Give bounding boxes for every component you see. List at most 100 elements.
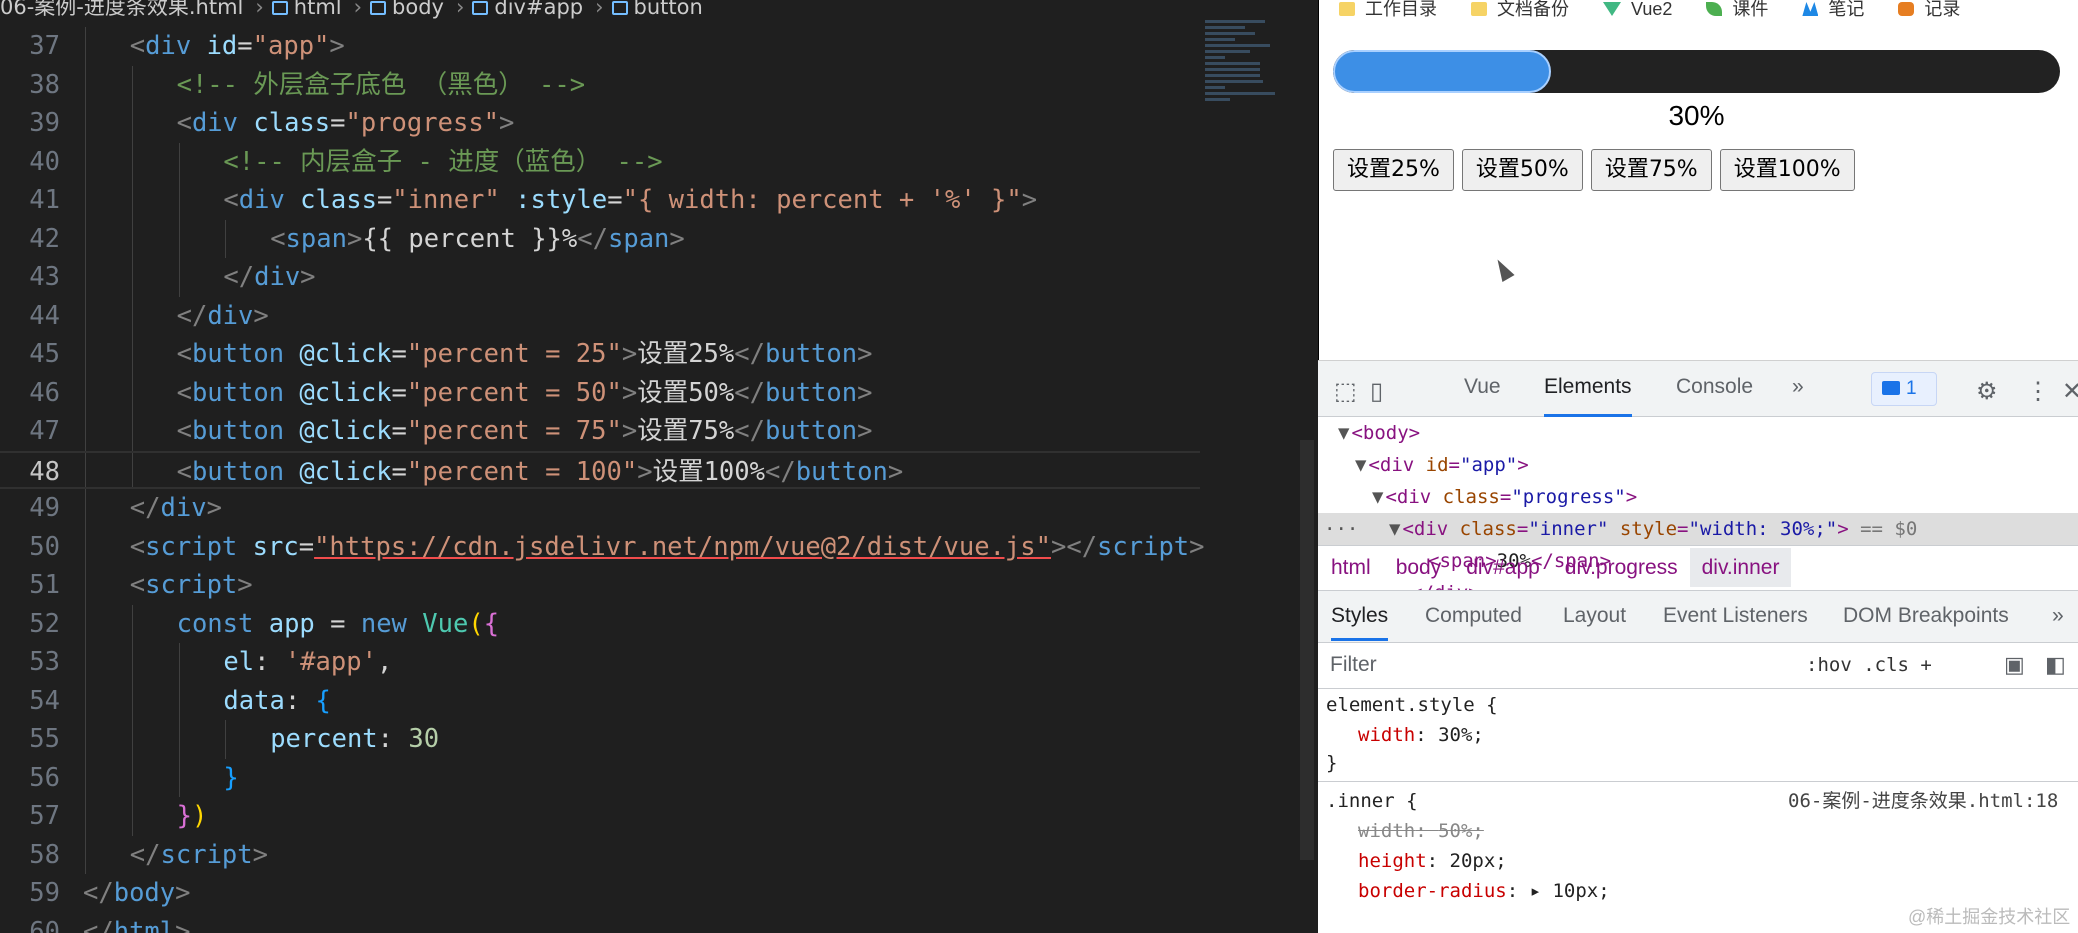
tab-vue[interactable]: Vue [1464,375,1501,417]
bookmark-item[interactable]: Vue2 [1603,0,1673,19]
inner-rule-decl[interactable]: border-radius: ▸ 10px; [1358,877,1610,905]
dom-node[interactable]: ··· ▼ <div class="inner" style="width: 30%… [1318,513,2078,545]
breadcrumb-item[interactable]: html [294,0,342,18]
dom-crumb-div-inner[interactable]: div.inner [1689,548,1792,587]
breadcrumb-item[interactable]: div#app [494,0,583,18]
style-tab[interactable]: DOM Breakpoints [1843,591,2009,641]
code-line[interactable]: 51 <script> [0,566,1200,605]
code-line[interactable]: 41 <div class="inner" :style="{ width: pe… [0,181,1200,220]
code-line[interactable]: 37 <div id="app"> [0,27,1200,66]
style-tab[interactable]: Layout [1563,591,1626,641]
style-tab[interactable]: Event Listeners [1663,591,1808,641]
dom-tree[interactable]: ▼ <body> ▼ <div id="app"> ▼ <div class="progr… [1318,417,2078,604]
device-toolbar-icon[interactable]: ▯ [1370,377,1383,406]
inner-rule-decl[interactable]: width: 50%; [1358,817,1484,845]
code-line[interactable]: 44 </div> [0,296,1200,335]
code-line[interactable]: 53 el: '#app', [0,643,1200,682]
bookmark-label: Vue2 [1631,0,1673,19]
close-icon[interactable]: ✕ [2062,377,2078,406]
code-line[interactable]: 50 <script src="https://cdn.jsdelivr.net/… [0,527,1205,566]
breadcrumb-item[interactable]: button [634,0,703,18]
style-tab[interactable]: Computed [1425,591,1522,641]
code-line[interactable]: 38 <!-- 外层盒子底色 （黑色） --> [0,65,1200,104]
breadcrumb-item[interactable]: 06-案例-进度条效果.html [0,0,243,18]
bookmark-item[interactable]: 课件 [1706,0,1768,18]
more-style-tabs-button[interactable]: » [2052,591,2064,641]
code-line[interactable]: 59 </body> [0,874,1200,913]
expand-arrow-icon[interactable]: ▼ [1338,422,1349,444]
expand-arrow-icon[interactable]: ▼ [1372,486,1383,508]
code-line[interactable]: 58 </script> [0,835,1200,874]
expand-arrow-icon[interactable]: ▼ [1389,518,1400,540]
paint-icon[interactable]: ▣ [2004,643,2025,687]
set-percent-button[interactable]: 设置100% [1719,149,1855,191]
code-token: button [764,416,858,446]
dom-node[interactable]: ▼ <div id="app"> [1318,449,2078,481]
dom-crumb-div-app[interactable]: div#app [1466,556,1540,579]
code-line[interactable]: 55 percent: 30 [0,720,1200,759]
code-token: > [621,416,638,446]
indent-guide [178,181,180,220]
dom-token: class [1442,486,1500,508]
code-line[interactable]: 47 <button @click="percent = 75">设置75%</b… [0,412,1200,451]
dom-crumb-div-progress[interactable]: div.progress [1565,556,1678,579]
filter-tools[interactable]: :hov .cls + [1806,643,1932,687]
css-property-name: width [1358,820,1416,842]
breadcrumb-item[interactable]: body [392,0,444,18]
code-line[interactable]: 43 </div> [0,258,1200,297]
set-percent-button[interactable]: 设置25% [1333,149,1454,191]
bookmark-item[interactable]: 记录 [1898,0,1960,18]
line-number: 47 [29,416,60,446]
code-lines[interactable]: 37 <div id="app"> 38 <!-- 外层盒子底色 （黑色） --> 39… [0,27,1205,933]
ellipsis-icon[interactable]: ··· [1324,513,1358,545]
tab-console[interactable]: Console [1676,375,1753,417]
editor-scrollbar[interactable] [1300,440,1314,860]
issues-badge[interactable]: 1 [1871,372,1937,406]
code-line[interactable]: 48 <button @click="percent = 100">设置100%<… [0,450,1200,489]
code-editor[interactable]: 06-案例-进度条效果.html › html › body › div#app › butto… [0,0,1318,933]
styles-pane[interactable]: element.style { width: 30%; } .inner { 0… [1318,689,2078,933]
dom-node[interactable]: ▼ <div class="progress"> [1318,481,2078,513]
css-property-name: height [1358,850,1427,872]
code-line[interactable]: 57}) [0,797,1200,836]
kebab-menu-icon[interactable]: ⋮ [2026,377,2050,406]
element-style-decl[interactable]: width: 30%; [1358,721,1484,749]
bookmark-item[interactable]: 笔记 [1802,0,1864,18]
inner-rule-decl[interactable]: height: 20px; [1358,847,1507,875]
set-percent-button[interactable]: 设置75% [1590,149,1712,191]
code-line[interactable]: 39 <div class="progress"> [0,104,1200,143]
code-token: , [376,647,393,677]
bookmark-item[interactable]: 工作目录 [1339,0,1437,18]
code-line[interactable]: 49 </div> [0,489,1200,528]
code-token: > [175,878,191,908]
expand-arrow-icon[interactable]: ▼ [1355,454,1366,476]
more-tabs-button[interactable]: » [1792,375,1804,417]
line-number: 55 [29,724,60,754]
dom-crumb-body[interactable]: body [1396,556,1442,579]
dom-token: "app" [1460,454,1518,476]
bookmark-item[interactable]: 文档备份 [1471,0,1569,18]
code-line[interactable]: 40 <!-- 内层盒子 - 进度（蓝色） --> [0,142,1200,181]
dom-token: "inner" [1528,518,1609,540]
inner-rule-source-link[interactable]: 06-案例-进度条效果.html:18 [1788,787,2058,815]
code-text: el: '#app', [223,643,392,682]
code-line[interactable]: 56} [0,758,1200,797]
gear-icon[interactable]: ⚙ [1976,377,1998,406]
code-line[interactable]: 45 <button @click="percent = 25">设置25%</b… [0,335,1200,374]
code-line[interactable]: 54 data: { [0,681,1200,720]
code-line[interactable]: 60 </html> [0,913,1200,933]
style-tab[interactable]: Styles [1331,591,1389,641]
breadcrumb-separator-icon: › [595,0,604,19]
code-line[interactable]: 46 <button @click="percent = 50">设置50%</b… [0,373,1200,412]
sidebar-toggle-icon[interactable]: ◧ [2045,643,2066,687]
code-line[interactable]: 52 const app = new Vue({ [0,604,1200,643]
tab-elements[interactable]: Elements [1544,375,1632,417]
filter-input[interactable]: Filter [1330,643,1377,687]
inspect-element-icon[interactable]: ⬚ [1334,377,1357,406]
dom-node[interactable]: ▼ <body> [1318,417,2078,449]
dom-crumb-html[interactable]: html [1331,556,1371,579]
code-line[interactable]: 42 <span>{{ percent }}%</span> [0,219,1200,258]
minimap[interactable] [1205,20,1285,160]
code-token: = [330,108,346,138]
set-percent-button[interactable]: 设置50% [1461,149,1583,191]
